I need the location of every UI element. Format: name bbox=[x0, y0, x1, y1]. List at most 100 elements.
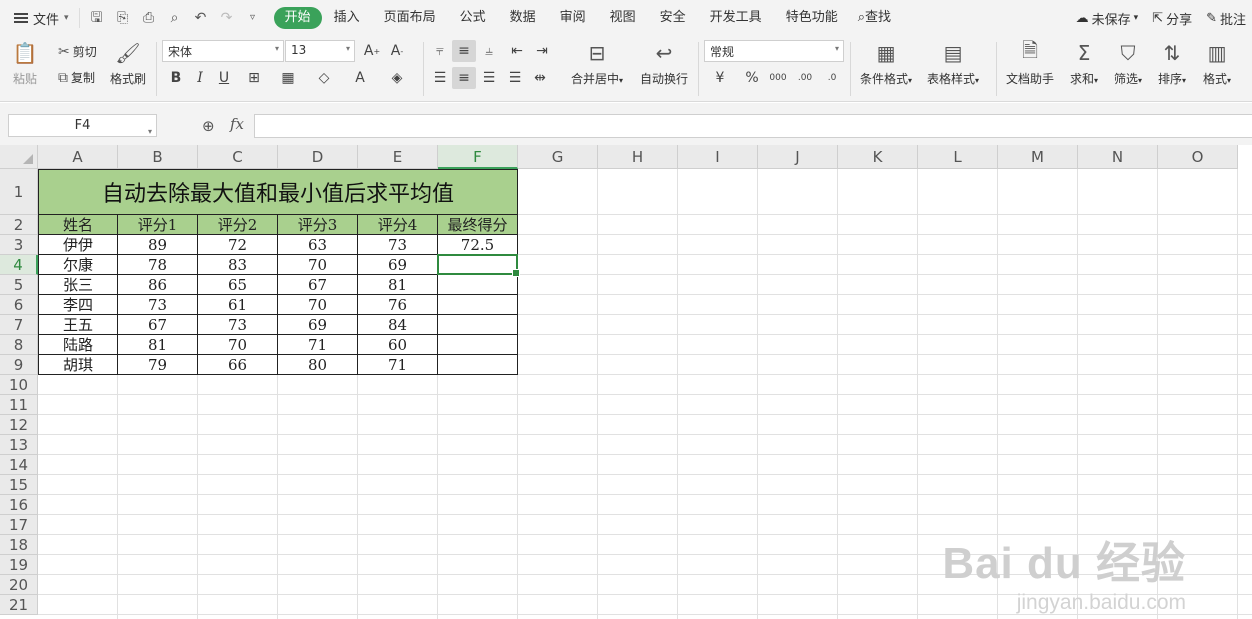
font-name-select[interactable]: 宋体 ▾ bbox=[162, 40, 284, 62]
header-cell[interactable]: 最终得分 bbox=[438, 215, 518, 235]
row-header-16[interactable]: 16 bbox=[0, 495, 38, 515]
column-header-n[interactable]: N bbox=[1078, 145, 1158, 169]
row-header-15[interactable]: 15 bbox=[0, 475, 38, 495]
row-header-18[interactable]: 18 bbox=[0, 535, 38, 555]
align-right-icon[interactable]: ☰ bbox=[477, 67, 501, 89]
align-left-icon[interactable]: ☰ bbox=[428, 67, 452, 89]
format-painter-button[interactable]: 🖌 格式刷 bbox=[110, 40, 146, 87]
font-size-select[interactable]: 13 ▾ bbox=[285, 40, 355, 62]
row-header-6[interactable]: 6 bbox=[0, 295, 38, 315]
row-header-11[interactable]: 11 bbox=[0, 395, 38, 415]
column-header-c[interactable]: C bbox=[198, 145, 278, 169]
score-cell[interactable]: 61 bbox=[198, 295, 278, 315]
score-cell[interactable]: 67 bbox=[118, 315, 198, 335]
fx-button[interactable]: fx bbox=[230, 115, 244, 133]
row-header-7[interactable]: 7 bbox=[0, 315, 38, 335]
distributed-icon[interactable]: ⇹ bbox=[528, 67, 552, 89]
decrease-decimal-icon[interactable]: .0 bbox=[820, 67, 844, 89]
final-score-cell[interactable] bbox=[438, 355, 518, 375]
active-cell-selection[interactable] bbox=[437, 254, 520, 277]
print-preview-icon[interactable]: ⌕ bbox=[166, 9, 184, 27]
redo-icon[interactable]: ↷ bbox=[218, 9, 236, 27]
sort-button[interactable]: ⇅ 排序▾ bbox=[1158, 40, 1186, 87]
column-header-h[interactable]: H bbox=[598, 145, 678, 169]
score-cell[interactable]: 69 bbox=[358, 255, 438, 275]
final-score-cell[interactable]: 72.5 bbox=[438, 235, 518, 255]
italic-icon[interactable]: I bbox=[188, 67, 212, 89]
final-score-cell[interactable] bbox=[438, 295, 518, 315]
score-cell[interactable]: 79 bbox=[118, 355, 198, 375]
thousands-icon[interactable]: 000 bbox=[766, 67, 790, 89]
align-bottom-icon[interactable]: ⫨ bbox=[477, 40, 501, 62]
header-cell[interactable]: 评分1 bbox=[118, 215, 198, 235]
border-icon[interactable]: ⊞ bbox=[242, 67, 266, 89]
row-header-9[interactable]: 9 bbox=[0, 355, 38, 375]
final-score-cell[interactable] bbox=[438, 275, 518, 295]
final-score-cell[interactable] bbox=[438, 315, 518, 335]
format-button[interactable]: ▥ 格式▾ bbox=[1203, 40, 1231, 87]
search-button[interactable]: ⌕查找 bbox=[850, 7, 903, 29]
print-icon[interactable]: ⎙ bbox=[140, 9, 158, 27]
score-cell[interactable]: 73 bbox=[198, 315, 278, 335]
row-header-21[interactable]: 21 bbox=[0, 595, 38, 615]
font-color-icon[interactable]: A bbox=[348, 67, 372, 89]
row-header-10[interactable]: 10 bbox=[0, 375, 38, 395]
bold-icon[interactable]: B bbox=[164, 67, 188, 89]
column-header-i[interactable]: I bbox=[678, 145, 758, 169]
tab-home[interactable]: 开始 bbox=[273, 7, 322, 29]
row-header-13[interactable]: 13 bbox=[0, 435, 38, 455]
score-cell[interactable]: 66 bbox=[198, 355, 278, 375]
number-format-select[interactable]: 常规 ▾ bbox=[704, 40, 844, 62]
score-cell[interactable]: 76 bbox=[358, 295, 438, 315]
merge-center-button[interactable]: ⊟ 合并居中▾ bbox=[571, 40, 623, 87]
annotate-button[interactable]: ✎ 批注 bbox=[1206, 9, 1246, 28]
column-header-k[interactable]: K bbox=[838, 145, 918, 169]
row-header-19[interactable]: 19 bbox=[0, 555, 38, 575]
score-cell[interactable]: 60 bbox=[358, 335, 438, 355]
column-header-d[interactable]: D bbox=[278, 145, 358, 169]
column-header-o[interactable]: O bbox=[1158, 145, 1238, 169]
final-score-cell[interactable] bbox=[438, 335, 518, 355]
file-menu[interactable]: 文件 ▾ bbox=[0, 0, 79, 36]
paste-button[interactable]: 📋 粘贴 bbox=[12, 40, 38, 87]
save-icon[interactable]: 🖫 bbox=[88, 9, 106, 27]
increase-decimal-icon[interactable]: .00 bbox=[793, 67, 817, 89]
cut-button[interactable]: ✂ 剪切 bbox=[58, 43, 97, 60]
table-style-button[interactable]: ▤ 表格样式▾ bbox=[927, 40, 979, 87]
export-pdf-icon[interactable]: ⎘ bbox=[114, 9, 132, 27]
score-cell[interactable]: 70 bbox=[198, 335, 278, 355]
column-header-e[interactable]: E bbox=[358, 145, 438, 169]
indent-decrease-icon[interactable]: ⇤ bbox=[505, 40, 529, 62]
align-middle-icon[interactable]: ≡ bbox=[452, 40, 476, 62]
score-cell[interactable]: 73 bbox=[358, 235, 438, 255]
name-cell[interactable]: 尔康 bbox=[38, 255, 118, 275]
indent-increase-icon[interactable]: ⇥ bbox=[530, 40, 554, 62]
eraser-icon[interactable]: ◈ bbox=[385, 67, 409, 89]
score-cell[interactable]: 70 bbox=[278, 255, 358, 275]
score-cell[interactable]: 80 bbox=[278, 355, 358, 375]
name-cell[interactable]: 李四 bbox=[38, 295, 118, 315]
score-cell[interactable]: 81 bbox=[358, 275, 438, 295]
score-cell[interactable]: 63 bbox=[278, 235, 358, 255]
align-top-icon[interactable]: ⫧ bbox=[428, 40, 452, 62]
score-cell[interactable]: 65 bbox=[198, 275, 278, 295]
tab-page-layout[interactable]: 页面布局 bbox=[372, 7, 448, 29]
score-cell[interactable]: 89 bbox=[118, 235, 198, 255]
tab-developer[interactable]: 开发工具 bbox=[698, 7, 774, 29]
score-cell[interactable]: 71 bbox=[358, 355, 438, 375]
auto-wrap-button[interactable]: ↩ 自动换行 bbox=[640, 40, 688, 87]
align-center-icon[interactable]: ≡ bbox=[452, 67, 476, 89]
row-header-14[interactable]: 14 bbox=[0, 455, 38, 475]
score-cell[interactable]: 72 bbox=[198, 235, 278, 255]
percent-icon[interactable]: % bbox=[740, 67, 764, 89]
name-cell[interactable]: 胡琪 bbox=[38, 355, 118, 375]
score-cell[interactable]: 71 bbox=[278, 335, 358, 355]
score-cell[interactable]: 73 bbox=[118, 295, 198, 315]
score-cell[interactable]: 86 bbox=[118, 275, 198, 295]
fill-color-icon[interactable]: ◇ bbox=[312, 67, 336, 89]
tab-security[interactable]: 安全 bbox=[648, 7, 698, 29]
share-button[interactable]: ⇱ 分享 bbox=[1152, 9, 1192, 28]
column-header-l[interactable]: L bbox=[918, 145, 998, 169]
currency-icon[interactable]: ¥ bbox=[708, 67, 732, 89]
score-cell[interactable]: 78 bbox=[118, 255, 198, 275]
